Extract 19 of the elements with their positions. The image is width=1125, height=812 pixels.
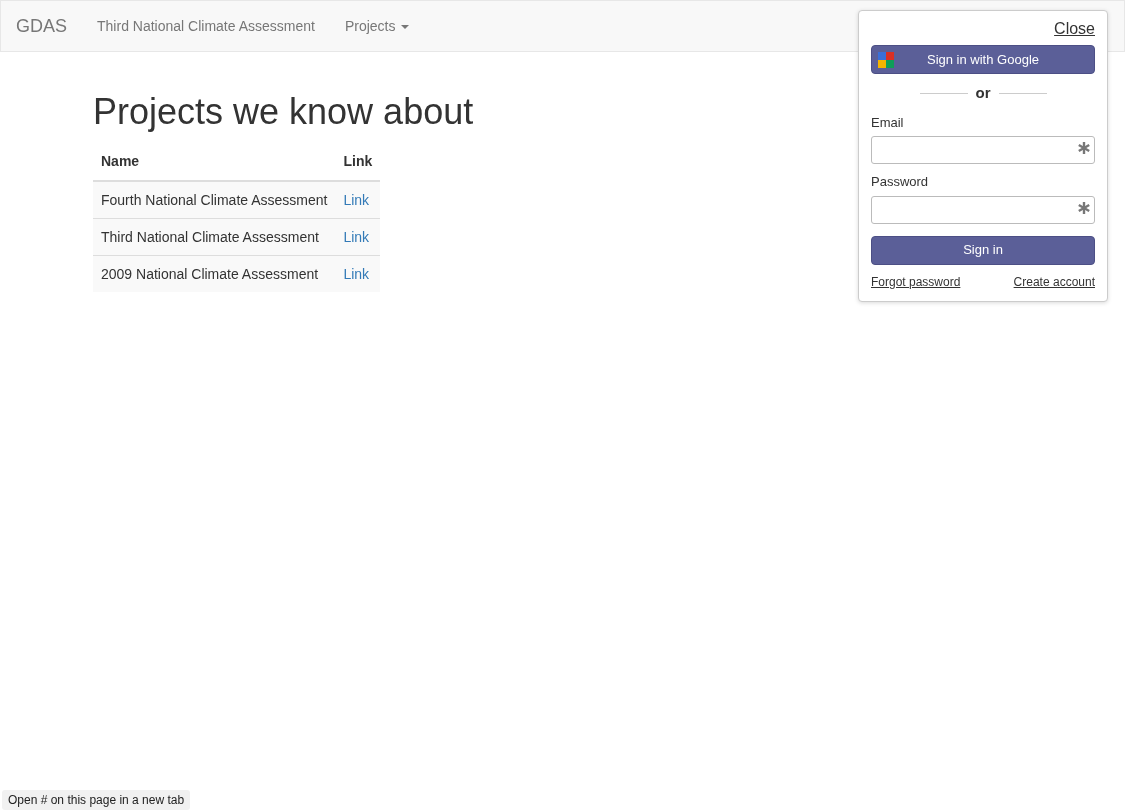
table-cell: Fourth National Climate Assessment [93,181,336,219]
field-label: Password [871,173,930,191]
close-link[interactable]: Close [1054,20,1095,37]
brand-link[interactable]: GDAS [16,12,67,40]
table-cell: 2009 National Climate Assessment [93,255,336,293]
field-label: Email [871,113,905,132]
divider-label: or [975,83,991,103]
input-field[interactable] [871,136,1095,164]
caret-icon [401,24,410,29]
page-heading: Projects we know about [93,90,474,134]
account-link[interactable]: Create account [1013,272,1095,291]
google-signin-button[interactable]: Sign in with Google [871,45,1095,74]
status-tooltip: Open # on this page in a new tab [2,790,191,810]
dropdown-toggle[interactable]: Projects [344,15,410,37]
input-field[interactable] [871,195,1095,224]
account-link[interactable]: Forgot password [871,272,961,291]
table-cell: Third National Climate Assessment [93,218,336,256]
nav-link[interactable]: Third National Climate Assessment [97,15,315,37]
signin-button[interactable]: Sign in [871,235,1095,265]
